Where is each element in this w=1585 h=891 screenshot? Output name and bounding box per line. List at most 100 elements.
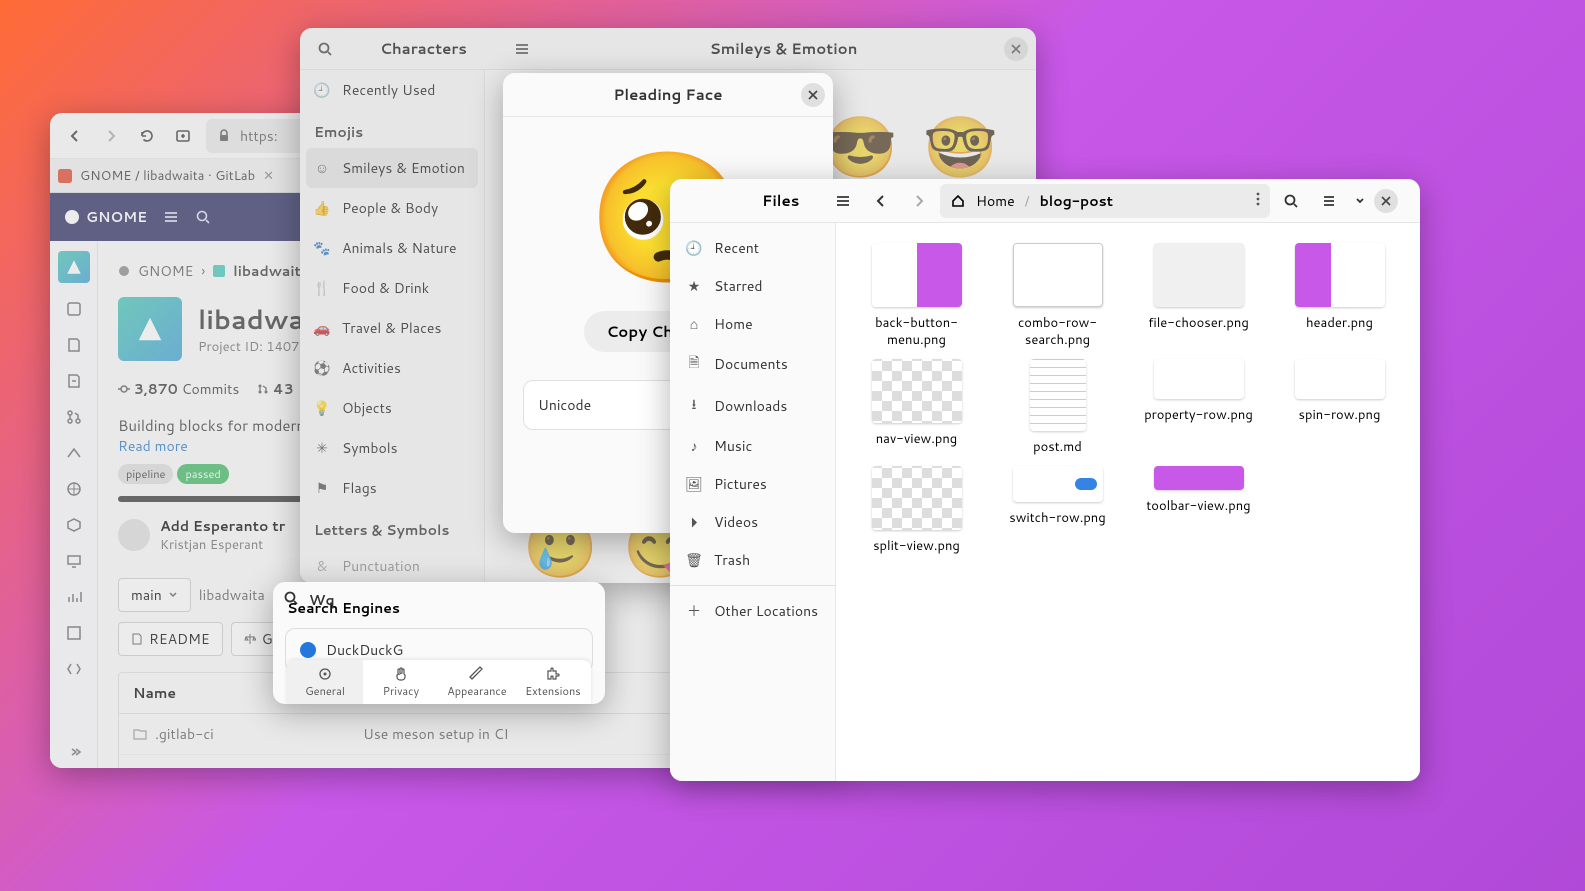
brand-label: GNOME: [86, 207, 147, 227]
path-segment-home[interactable]: Home: [976, 191, 1015, 211]
cicd-icon[interactable]: [58, 437, 90, 469]
commits-stat[interactable]: 3,870 Commits: [118, 379, 239, 399]
close-icon: [1011, 44, 1021, 54]
file-item[interactable]: file-chooser.png: [1138, 243, 1259, 349]
sidebar-item-recent[interactable]: 🕘Recently Used: [300, 70, 484, 110]
popup-title: Pleading Face: [613, 84, 722, 105]
nav-forward-button[interactable]: [94, 119, 128, 153]
monitor-icon[interactable]: [58, 545, 90, 577]
sidebar-item-activities[interactable]: ⚽Activities: [300, 348, 484, 388]
bulb-icon: 💡: [314, 398, 330, 418]
gitlab-logo[interactable]: GNOME: [64, 207, 147, 227]
list-icon: [1321, 193, 1337, 209]
repository-icon[interactable]: [58, 329, 90, 361]
snippets-icon[interactable]: [58, 653, 90, 685]
file-item[interactable]: split-view.png: [856, 466, 977, 555]
wiki-icon[interactable]: [58, 617, 90, 649]
search-button[interactable]: [308, 32, 342, 66]
sidebar-item-flags[interactable]: ⚑Flags: [300, 468, 484, 508]
sidebar-item-videos[interactable]: ⏵Videos: [670, 503, 835, 541]
gnome-foot-icon: [64, 209, 80, 225]
close-icon: [1381, 196, 1391, 206]
close-button[interactable]: [1004, 37, 1028, 61]
nav-forward-button[interactable]: [902, 184, 936, 218]
nav-back-button[interactable]: [864, 184, 898, 218]
hamburger-icon[interactable]: [163, 209, 179, 225]
deployments-icon[interactable]: [58, 473, 90, 505]
sidebar-item-symbols[interactable]: ✳Symbols: [300, 428, 484, 468]
sidebar-item-food[interactable]: 🍴Food & Drink: [300, 268, 484, 308]
path-bar[interactable]: Home / blog-post: [940, 184, 1270, 218]
readme-button[interactable]: README: [118, 622, 223, 656]
file-item[interactable]: combo-row-search.png: [997, 243, 1118, 349]
tab-close-icon[interactable]: ✕: [263, 167, 274, 185]
path-menu-button[interactable]: [1256, 191, 1260, 211]
browser-tab[interactable]: GNOME / libadwaita · GitLab ✕: [58, 167, 274, 185]
sidebar-item-objects[interactable]: 💡Objects: [300, 388, 484, 428]
sidebar-item-travel[interactable]: 🚗Travel & Places: [300, 308, 484, 348]
project-info-icon[interactable]: [58, 293, 90, 325]
analytics-icon[interactable]: [58, 581, 90, 613]
thumbnail: [1013, 243, 1103, 307]
new-tab-button[interactable]: [166, 119, 200, 153]
file-item[interactable]: switch-row.png: [997, 466, 1118, 555]
emoji-cell[interactable]: 🤓: [916, 100, 1006, 190]
passed-badge: passed: [177, 464, 228, 484]
thumbnail: [1154, 466, 1244, 490]
path-segment-leaf[interactable]: blog-post: [1040, 191, 1114, 211]
file-item[interactable]: header.png: [1279, 243, 1400, 349]
sidebar-item-downloads[interactable]: ⭳Downloads: [670, 385, 835, 427]
recent-icon: 🕘: [314, 80, 330, 100]
search-icon[interactable]: [283, 590, 299, 606]
sidebar-item-people[interactable]: 👍People & Body: [300, 188, 484, 228]
chevron-down-icon: [1355, 196, 1365, 206]
menu-button[interactable]: [505, 32, 539, 66]
file-item[interactable]: toolbar-view.png: [1138, 466, 1259, 555]
sidebar-item-punctuation[interactable]: &Punctuation: [300, 546, 484, 583]
branches-stat[interactable]: 43: [257, 379, 293, 399]
search-button[interactable]: [1274, 184, 1308, 218]
sidebar-item-smileys[interactable]: ☺Smileys & Emotion: [306, 148, 478, 188]
lock-icon: [216, 128, 232, 144]
project-icon-sm: [213, 265, 225, 277]
sidebar-toggle-button[interactable]: [826, 184, 860, 218]
close-button[interactable]: [801, 83, 825, 107]
file-item[interactable]: property-row.png: [1138, 359, 1259, 456]
close-window-button[interactable]: [1374, 189, 1398, 213]
issues-icon[interactable]: [58, 365, 90, 397]
search-icon[interactable]: [195, 209, 211, 225]
file-item[interactable]: post.md: [997, 359, 1118, 456]
tab-appearance[interactable]: Appearance: [439, 660, 515, 704]
crumb-leaf[interactable]: libadwaita: [233, 261, 309, 281]
tab-privacy[interactable]: Privacy: [363, 660, 439, 704]
collapse-icon[interactable]: [58, 736, 90, 768]
file-item[interactable]: back-button-menu.png: [856, 243, 977, 349]
file-icon: [131, 633, 143, 645]
path-breadcrumb[interactable]: libadwaita: [199, 585, 265, 605]
crumb-root[interactable]: GNOME: [138, 261, 193, 281]
sidebar-item-music[interactable]: ♪Music: [670, 427, 835, 465]
file-item[interactable]: nav-view.png: [856, 359, 977, 456]
view-button[interactable]: [1312, 184, 1346, 218]
sidebar-item-trash[interactable]: 🗑Trash: [670, 541, 835, 579]
merge-requests-icon[interactable]: [58, 401, 90, 433]
sidebar-item-documents[interactable]: 🗎Documents: [670, 343, 835, 385]
tab-extensions[interactable]: Extensions: [515, 660, 591, 704]
branch-selector-button[interactable]: main: [118, 578, 191, 612]
sidebar-item-animals[interactable]: 🐾Animals & Nature: [300, 228, 484, 268]
sidebar-item-starred[interactable]: ★Starred: [670, 267, 835, 305]
sidebar-item-home[interactable]: ⌂Home: [670, 305, 835, 343]
sidebar-item-recent[interactable]: 🕘Recent: [670, 229, 835, 267]
sidebar-item-other-locations[interactable]: ＋Other Locations: [670, 592, 835, 630]
nav-back-button[interactable]: [58, 119, 92, 153]
reload-button[interactable]: [130, 119, 164, 153]
sidebar-item-pictures[interactable]: 🖼Pictures: [670, 465, 835, 503]
project-avatar-icon[interactable]: [58, 251, 90, 283]
commit-message: Add Esperanto tr: [160, 516, 285, 536]
tab-general[interactable]: General: [287, 660, 363, 704]
packages-icon[interactable]: [58, 509, 90, 541]
view-dropdown-button[interactable]: [1350, 184, 1370, 218]
commit-author: Kristjan Esperant: [160, 536, 285, 554]
file-item[interactable]: spin-row.png: [1279, 359, 1400, 456]
folder-icon: [133, 727, 147, 741]
